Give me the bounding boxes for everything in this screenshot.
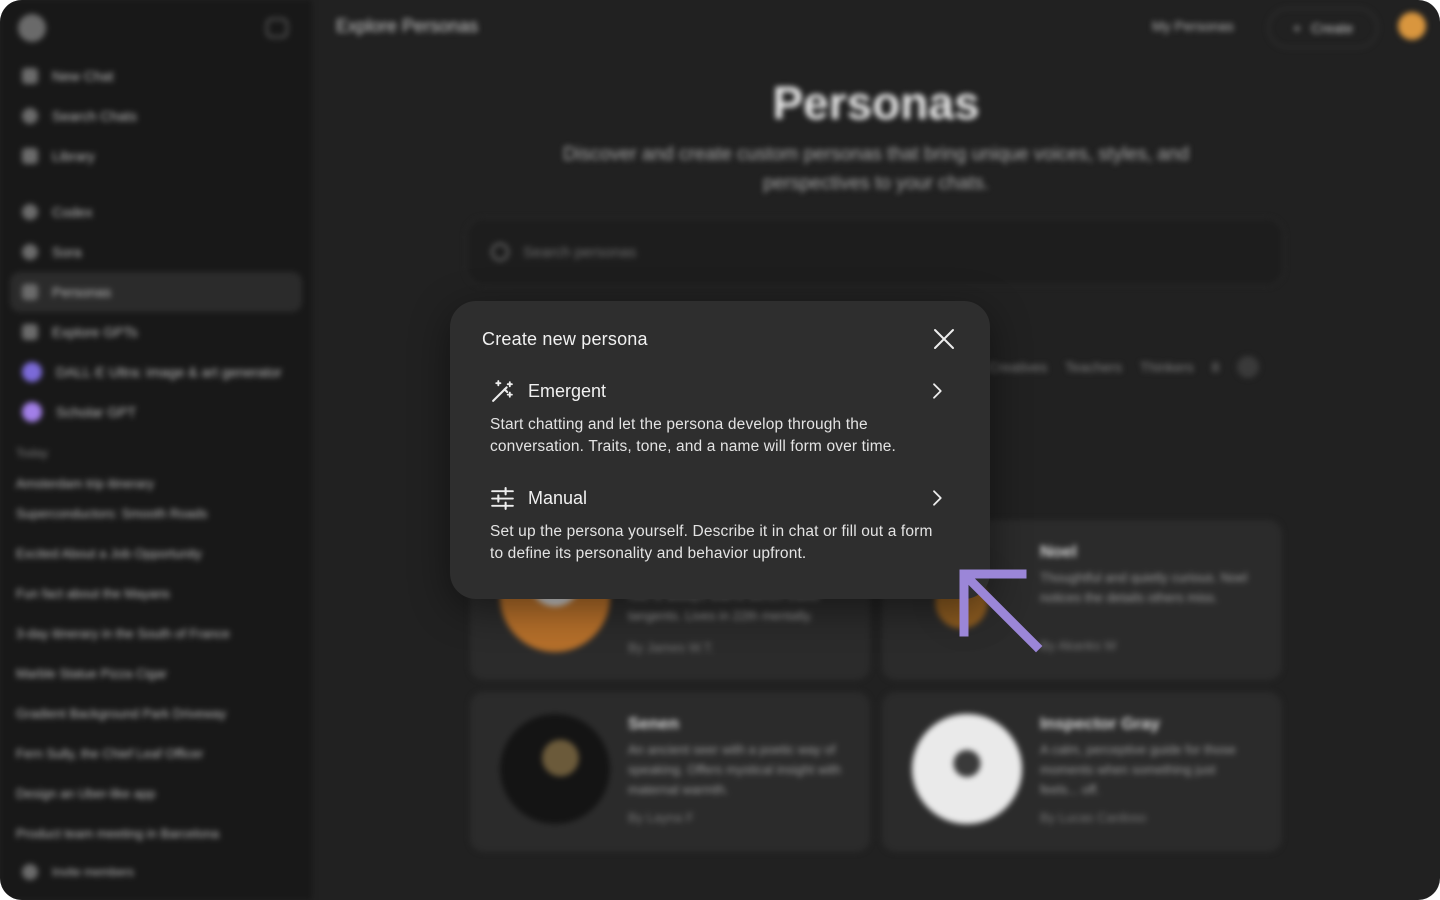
- filter-tab[interactable]: Thinkers: [1140, 359, 1194, 375]
- persona-name: Noel: [1040, 542, 1077, 561]
- avatar[interactable]: [1398, 12, 1426, 40]
- option-header: Emergent: [490, 377, 606, 405]
- sidebar-item-label: Library: [52, 148, 95, 164]
- new-chat-icon: [22, 68, 38, 84]
- filter-tab[interactable]: Teachers: [1065, 359, 1122, 375]
- history-item[interactable]: Excited About a Job Opportunity: [16, 546, 202, 561]
- hero-title: Personas: [772, 77, 980, 129]
- app-logo-icon[interactable]: [18, 14, 46, 42]
- my-personas-link[interactable]: My Personas: [1152, 18, 1234, 34]
- sidebar-item-codex[interactable]: Codex: [10, 192, 302, 232]
- filter-tabs: Creatives Teachers Thinkers 8: [988, 356, 1260, 378]
- search-input[interactable]: Search personas: [466, 218, 1284, 286]
- codex-icon: [22, 204, 38, 220]
- sidebar-item-label: New Chat: [52, 68, 114, 84]
- invite-icon: [22, 864, 38, 880]
- persona-author: By Akanks W: [1040, 638, 1117, 653]
- persona-description: A calm, perceptive guide for those momen…: [1040, 742, 1236, 797]
- history-item[interactable]: Design an Uber-like app: [16, 786, 155, 801]
- option-description: Start chatting and let the persona devel…: [490, 416, 896, 455]
- emergent-option[interactable]: Emergent Start chatting and let the pers…: [474, 377, 958, 463]
- sliders-icon: [491, 486, 514, 510]
- history-item[interactable]: Fun fact about the Mayans: [16, 586, 170, 601]
- history-item[interactable]: Marble Statue Pizza Cigar: [16, 666, 167, 681]
- history-item[interactable]: Superconductors: Smooth Roads: [16, 506, 208, 521]
- sidebar-item-label: Search Chats: [52, 108, 137, 124]
- chevron-right-icon: [933, 383, 942, 399]
- history-item[interactable]: 3-day itinerary in the South of France: [16, 626, 230, 641]
- persona-author: By Layna F: [628, 810, 694, 825]
- persona-card[interactable]: Inspector Gray A calm, perceptive guide …: [882, 692, 1282, 852]
- sidebar-item-label: Codex: [52, 204, 93, 220]
- create-persona-dialog: Create new persona Emergent Start chatti…: [450, 301, 990, 599]
- persona-avatar: [500, 714, 610, 824]
- annotation-arrow-icon: [959, 569, 1043, 653]
- option-header: Manual: [490, 484, 587, 512]
- sidebar-item-label: Sora: [52, 244, 82, 260]
- persona-author: By Lucas Cardoso: [1040, 810, 1147, 825]
- persona-card[interactable]: Senen An ancient seer with a poetic way …: [470, 692, 870, 852]
- sidebar-item-scholar[interactable]: Scholar GPT: [10, 392, 302, 432]
- manual-option[interactable]: Manual Set up the persona yourself. Desc…: [474, 484, 958, 570]
- persona-author: By James W.T.: [628, 640, 714, 655]
- option-description: Set up the persona yourself. Describe it…: [490, 523, 933, 562]
- personas-icon: [22, 284, 38, 300]
- magic-wand-icon: [492, 379, 513, 402]
- sidebar-item-sora[interactable]: Sora: [10, 232, 302, 272]
- sidebar-item-library[interactable]: Library: [10, 136, 302, 176]
- history-item[interactable]: Product team meeting in Barcelona: [16, 826, 219, 841]
- option-label: Manual: [528, 487, 588, 508]
- persona-name: Senen: [628, 714, 680, 733]
- grid-icon: [22, 324, 38, 340]
- plus-icon: +: [1292, 20, 1302, 36]
- create-button-label: Create: [1311, 20, 1354, 36]
- filter-tab[interactable]: Creatives: [988, 359, 1047, 375]
- sidebar-item-new-chat[interactable]: New Chat: [10, 56, 302, 96]
- sidebar-item-label: Invite members: [52, 865, 135, 879]
- sidebar-item-dalle[interactable]: DALL·E Ultra: image & art generator: [10, 352, 302, 392]
- history-item[interactable]: Gradient Background Park Driveway: [16, 706, 226, 721]
- page-title: Explore Personas: [336, 16, 479, 36]
- sidebar-item-label: Personas: [52, 284, 112, 300]
- history-heading: Today: [16, 446, 49, 460]
- sidebar-item-label: Scholar GPT: [56, 404, 137, 420]
- option-label: Emergent: [528, 380, 607, 401]
- more-filters-icon[interactable]: [1237, 356, 1260, 378]
- chevron-right-icon: [933, 490, 942, 506]
- sidebar-item-personas[interactable]: Personas: [10, 272, 302, 312]
- sidebar-item-label: Explore GPTs: [52, 324, 138, 340]
- search-icon: [22, 108, 38, 124]
- history-item[interactable]: Amsterdam trip itinerary: [16, 476, 154, 491]
- persona-description: Thoughtful and quietly curious. Noel not…: [1040, 570, 1248, 605]
- hero-subtitle: Discover and create custom personas that…: [562, 144, 1190, 194]
- close-icon[interactable]: [932, 327, 956, 351]
- persona-description: An ancient seer with a poetic way of spe…: [628, 742, 841, 797]
- library-icon: [22, 148, 38, 164]
- search-placeholder: Search personas: [523, 243, 637, 261]
- sidebar: New Chat Search Chats Library Codex Sora…: [0, 0, 312, 900]
- dialog-title: Create new persona: [482, 329, 648, 349]
- sidebar-item-search[interactable]: Search Chats: [10, 96, 302, 136]
- persona-name: Inspector Gray: [1040, 714, 1160, 733]
- app-window: New Chat Search Chats Library Codex Sora…: [0, 0, 1440, 900]
- invite-members-button[interactable]: Invite members: [10, 852, 302, 892]
- search-icon: [491, 243, 509, 261]
- history-item[interactable]: Fern Sully, the Chief Leaf Officer: [16, 746, 203, 761]
- create-button[interactable]: + Create: [1268, 8, 1378, 48]
- gpt-avatar-icon: [22, 402, 42, 422]
- sidebar-item-label: DALL·E Ultra: image & art generator: [56, 364, 282, 380]
- persona-avatar: [912, 714, 1022, 824]
- gpt-avatar-icon: [22, 362, 42, 382]
- filter-tab[interactable]: 8: [1212, 359, 1220, 375]
- sidebar-toggle-icon[interactable]: [266, 18, 288, 38]
- sora-icon: [22, 244, 38, 260]
- sidebar-item-explore-gpts[interactable]: Explore GPTs: [10, 312, 302, 352]
